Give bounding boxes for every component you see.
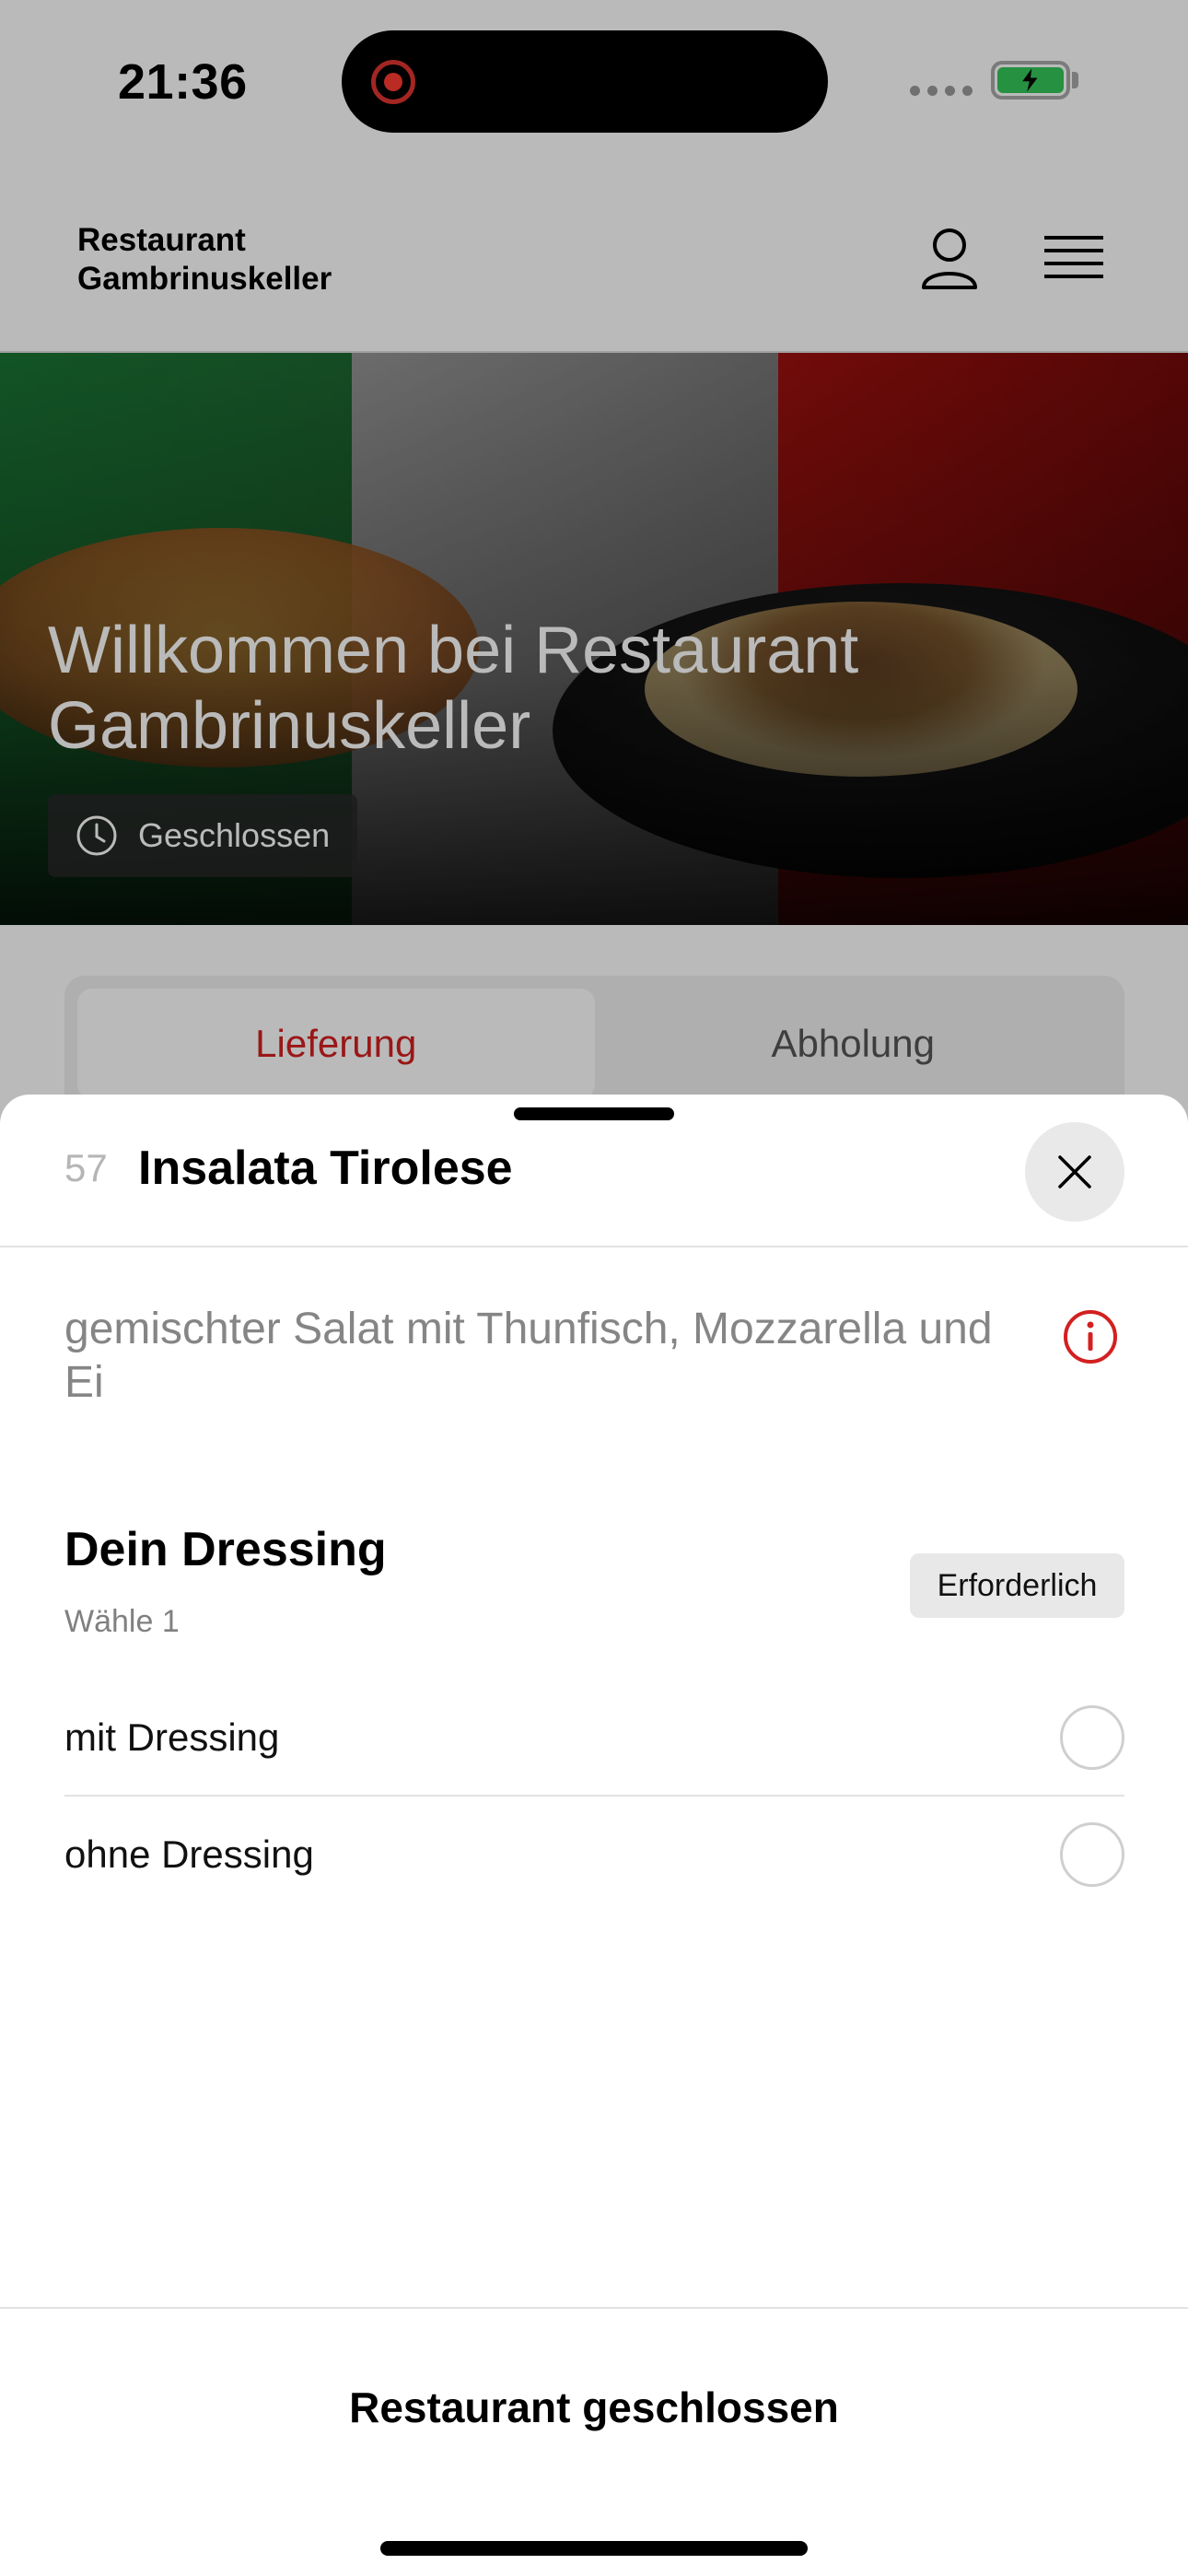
item-title: Insalata Tirolese	[138, 1142, 513, 1195]
option-group-subtitle: Wähle 1	[64, 1604, 180, 1639]
radio-button[interactable]	[1060, 1705, 1124, 1770]
option-group-title: Dein Dressing	[64, 1523, 387, 1576]
radio-button[interactable]	[1060, 1822, 1124, 1887]
item-description: gemischter Salat mit Thunfisch, Mozzarel…	[64, 1305, 993, 1407]
option-ohne-dressing[interactable]: ohne Dressing	[64, 1797, 1124, 1913]
close-button[interactable]	[1025, 1122, 1124, 1222]
close-icon	[1058, 1155, 1091, 1188]
home-indicator[interactable]	[380, 2541, 808, 2556]
info-icon[interactable]	[1062, 1308, 1119, 1365]
item-detail-sheet: 57 Insalata Tirolese gemischter Salat mi…	[0, 1095, 1188, 2576]
required-badge: Erforderlich	[910, 1553, 1124, 1618]
item-number: 57	[64, 1146, 108, 1189]
sheet-footer: Restaurant geschlossen	[0, 2307, 1188, 2576]
sheet-header: 57 Insalata Tirolese	[0, 1095, 1188, 1247]
restaurant-closed-button[interactable]: Restaurant geschlossen	[0, 2383, 1188, 2432]
option-label: mit Dressing	[64, 1715, 280, 1759]
option-label: ohne Dressing	[64, 1832, 314, 1876]
option-mit-dressing[interactable]: mit Dressing	[64, 1680, 1124, 1797]
sheet-grabber[interactable]	[514, 1107, 674, 1120]
